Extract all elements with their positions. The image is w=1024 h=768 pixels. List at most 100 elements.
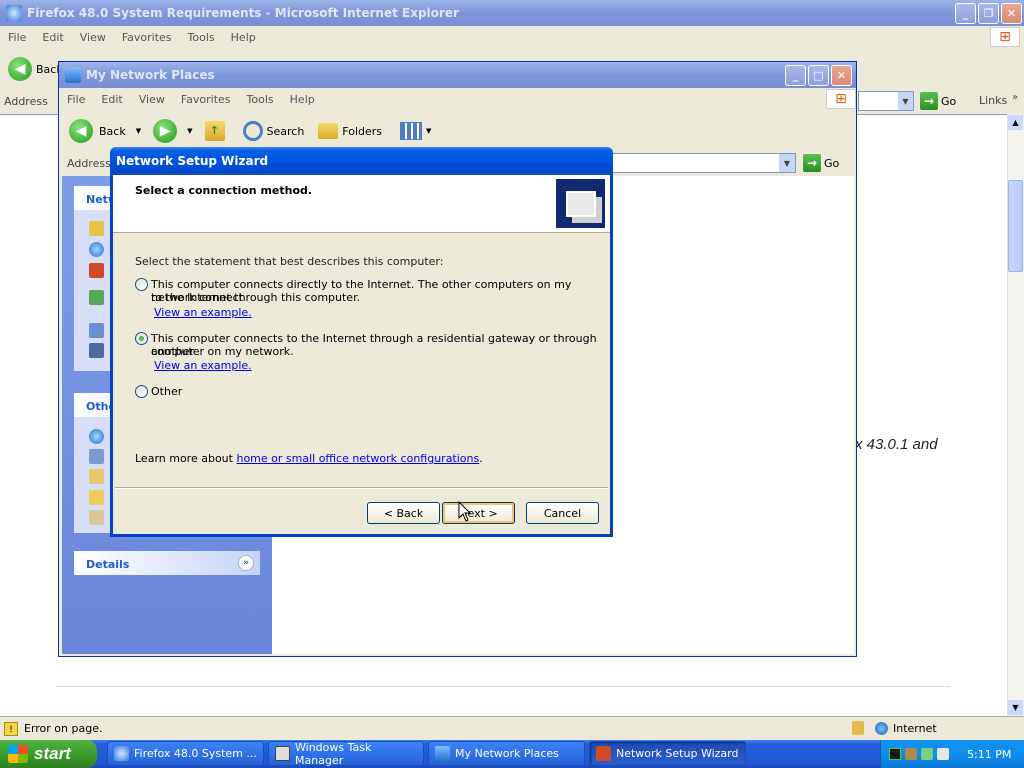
explorer-address-label: Address <box>67 156 111 170</box>
home-network-setup-icon[interactable] <box>89 263 104 278</box>
explorer-forward-icon[interactable]: ▶ <box>153 119 178 143</box>
tray-tool-icon[interactable] <box>905 748 917 760</box>
tray-volume-icon[interactable] <box>937 748 949 760</box>
explorer-menu-favorites[interactable]: Favorites <box>173 93 239 106</box>
folder-up-icon[interactable]: ↑ <box>204 121 225 141</box>
tray-clock[interactable]: 5:11 PM <box>967 748 1011 761</box>
network-places-task-icon <box>435 746 450 761</box>
explorer-forward-dropdown-icon[interactable]: ▼ <box>187 127 192 135</box>
wizard-task-icon <box>596 746 611 761</box>
details-panel[interactable]: Details » <box>74 551 260 575</box>
option-other-radio[interactable] <box>135 385 148 398</box>
details-title: Details <box>86 558 130 571</box>
explorer-back-dropdown-icon[interactable]: ▼ <box>136 127 141 135</box>
views-icon[interactable] <box>400 122 423 140</box>
explorer-back-icon[interactable]: ◀ <box>69 119 93 143</box>
views-dropdown-icon[interactable]: ▼ <box>426 127 431 135</box>
next-button[interactable]: Next > <box>442 502 515 524</box>
explorer-menu-edit[interactable]: Edit <box>93 93 130 106</box>
network-connections-icon[interactable] <box>89 242 104 257</box>
ie-windows-logo: ⊞ <box>990 27 1020 47</box>
option-other-text[interactable]: Other <box>151 385 182 398</box>
network-computers-icon <box>556 179 605 228</box>
start-button[interactable]: start <box>0 740 97 768</box>
wizard-separator <box>115 487 608 489</box>
upnp-devices-icon[interactable] <box>89 343 104 358</box>
ie-links-chevron-icon[interactable]: » <box>1012 92 1018 103</box>
ie-menu-tools[interactable]: Tools <box>180 31 223 44</box>
option-gateway-radio[interactable] <box>135 332 148 345</box>
wizard-title: Network Setup Wizard <box>116 154 269 168</box>
explorer-address-dropdown-icon[interactable]: ▼ <box>779 154 795 172</box>
ie-horizontal-rule <box>56 686 950 687</box>
option-direct-example-link[interactable]: View an example. <box>154 306 252 319</box>
explorer-close-button[interactable]: ✕ <box>831 65 852 86</box>
option-direct-text-line2[interactable]: to the Internet through this computer. <box>151 291 360 304</box>
explorer-folders-label[interactable]: Folders <box>342 125 382 138</box>
explorer-menu-view[interactable]: View <box>131 93 173 106</box>
explorer-minimize-button[interactable]: _ <box>785 65 806 86</box>
ie-scrollbar-thumb[interactable] <box>1008 180 1023 272</box>
option-gateway-example-link[interactable]: View an example. <box>154 359 252 372</box>
printer-icon[interactable] <box>89 469 104 484</box>
explorer-menu-help[interactable]: Help <box>282 93 323 106</box>
explorer-go-arrow-icon: → <box>803 154 821 172</box>
ie-icon <box>6 5 22 21</box>
option-direct-connection-radio[interactable] <box>135 278 148 291</box>
error-warning-icon[interactable]: ! <box>4 721 18 736</box>
option-gateway-text-line2[interactable]: computer on my network. <box>151 345 294 358</box>
wizard-header: Select a connection method. <box>113 175 610 233</box>
my-documents-icon[interactable] <box>89 490 104 505</box>
explorer-go-button[interactable]: → Go <box>803 154 839 172</box>
ie-menu-favorites[interactable]: Favorites <box>114 31 180 44</box>
tray-task-manager-icon[interactable] <box>889 748 901 760</box>
cancel-button[interactable]: Cancel <box>526 502 599 524</box>
wireless-network-icon[interactable] <box>89 290 104 305</box>
network-place-add-icon[interactable] <box>89 221 104 236</box>
explorer-menu-file[interactable]: File <box>59 93 93 106</box>
network-places-icon <box>65 67 81 83</box>
task-network-places[interactable]: My Network Places <box>428 741 585 766</box>
printers-faxes-icon[interactable] <box>89 510 104 525</box>
ie-titlebar[interactable]: Firefox 48.0 System Requirements - Micro… <box>0 0 1024 26</box>
ie-close-button[interactable]: ✕ <box>1001 3 1022 24</box>
wizard-prompt: Select the statement that best describes… <box>135 255 444 268</box>
wizard-titlebar[interactable]: Network Setup Wizard <box>110 147 613 175</box>
task-ie[interactable]: Firefox 48.0 System ... <box>107 741 264 766</box>
explorer-windows-logo: ⊞ <box>826 89 856 109</box>
details-expand-icon[interactable]: » <box>238 555 254 571</box>
ie-title: Firefox 48.0 System Requirements - Micro… <box>27 6 459 20</box>
ie-scroll-down-icon[interactable]: ▼ <box>1008 700 1023 715</box>
ie-back-icon[interactable]: ◀ <box>8 57 32 81</box>
explorer-maximize-button[interactable]: □ <box>808 65 829 86</box>
back-button[interactable]: < Back <box>367 502 440 524</box>
ie-menu-help[interactable]: Help <box>223 31 264 44</box>
explorer-menu-tools[interactable]: Tools <box>239 93 282 106</box>
network-configurations-link[interactable]: home or small office network configurati… <box>236 452 479 465</box>
ie-statusbar: ! Error on page. Internet <box>0 716 1024 740</box>
workgroup-computers-icon[interactable] <box>89 323 104 338</box>
ie-menu-file[interactable]: File <box>0 31 34 44</box>
ie-links-label[interactable]: Links <box>979 94 1007 107</box>
folders-icon[interactable] <box>318 123 339 139</box>
task-task-manager[interactable]: Windows Task Manager <box>268 741 424 767</box>
internet-explorer-icon[interactable] <box>89 429 104 444</box>
ie-address-dropdown-icon[interactable]: ▼ <box>898 92 913 110</box>
tray-network-icon[interactable] <box>921 748 933 760</box>
windows-flag-icon <box>8 745 28 763</box>
explorer-search-label[interactable]: Search <box>267 125 305 138</box>
ie-restore-button[interactable]: ❐ <box>978 3 999 24</box>
ie-menu-view[interactable]: View <box>72 31 114 44</box>
search-icon[interactable] <box>242 121 263 141</box>
my-computer-icon[interactable] <box>89 449 104 464</box>
explorer-back-label[interactable]: Back <box>99 125 126 138</box>
ie-address-label: Address <box>4 94 48 108</box>
explorer-titlebar[interactable]: My Network Places _ □ ✕ <box>59 62 856 88</box>
mouse-cursor-icon <box>458 501 472 522</box>
ie-minimize-button[interactable]: _ <box>955 3 976 24</box>
ie-go-arrow-icon: → <box>920 92 938 110</box>
ie-menu-edit[interactable]: Edit <box>34 31 71 44</box>
ie-go-button[interactable]: → Go <box>920 92 956 110</box>
ie-scroll-up-icon[interactable]: ▲ <box>1008 115 1023 130</box>
task-network-setup-wizard[interactable]: Network Setup Wizard <box>589 741 746 766</box>
